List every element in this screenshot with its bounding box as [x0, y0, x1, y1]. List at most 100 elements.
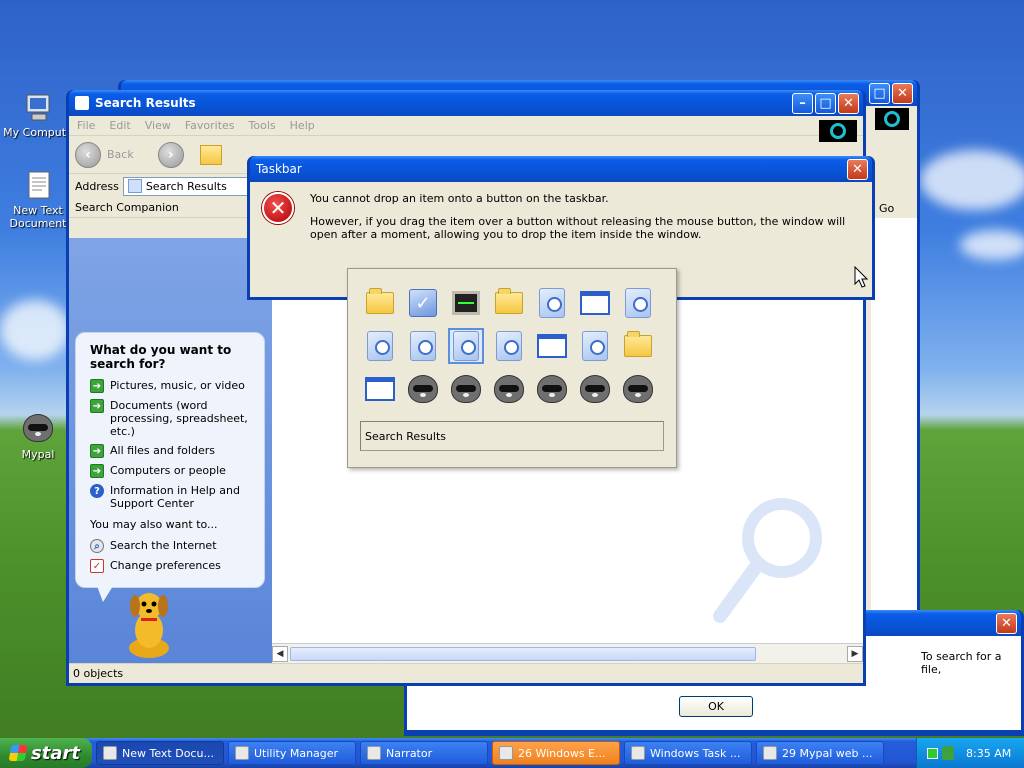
switcher-item[interactable] — [448, 285, 484, 321]
status-text: 0 objects — [73, 667, 124, 680]
option-help-center[interactable]: ? Information in Help and Support Center — [90, 484, 254, 510]
desktop-icon-my-computer[interactable]: My Compute — [2, 92, 74, 139]
status-bar: 0 objects — [69, 663, 863, 683]
close-button[interactable]: ✕ — [847, 158, 868, 180]
system-tray: 8:35 AM — [916, 738, 1024, 768]
switcher-item[interactable] — [491, 371, 527, 407]
horizontal-scrollbar[interactable]: ◀ ▶ — [272, 643, 863, 663]
switcher-item[interactable] — [620, 285, 656, 321]
search-results-icon — [127, 179, 142, 193]
security-icon[interactable] — [942, 746, 954, 760]
windows-throbber-icon — [875, 108, 909, 130]
switcher-item[interactable] — [577, 285, 613, 321]
search-icon — [582, 331, 608, 361]
program-icon — [631, 746, 645, 760]
taskbar-button-label: Utility Manager — [254, 746, 339, 760]
maximize-button[interactable]: □ — [869, 82, 890, 104]
taskbar-button[interactable]: Narrator — [360, 741, 488, 765]
hint-text: To search for a file, — [921, 650, 1002, 676]
switcher-item[interactable] — [362, 328, 398, 364]
raccoon-icon — [537, 375, 567, 403]
switcher-item[interactable] — [620, 371, 656, 407]
search-icon — [496, 331, 522, 361]
window-title-bar[interactable]: Search Results – □ ✕ — [69, 90, 863, 116]
desktop-icon-new-text-document[interactable]: New Text Document — [2, 170, 74, 230]
windows-throbber-icon — [819, 120, 857, 142]
dialog-title: Taskbar — [256, 162, 302, 176]
close-button[interactable]: ✕ — [996, 612, 1017, 634]
option-computers-people[interactable]: ➔ Computers or people — [90, 464, 254, 478]
switcher-item[interactable] — [448, 371, 484, 407]
switcher-window-name: Search Results — [360, 421, 664, 451]
minimize-button[interactable]: – — [792, 92, 813, 114]
option-search-internet[interactable]: ⌕ Search the Internet — [90, 539, 254, 553]
menu-tools[interactable]: Tools — [249, 119, 276, 132]
switcher-item[interactable] — [577, 371, 613, 407]
scroll-right-icon[interactable]: ▶ — [847, 645, 863, 662]
search-dog-icon[interactable] — [121, 590, 177, 660]
menu-file[interactable]: File — [77, 119, 95, 132]
scroll-thumb[interactable] — [290, 646, 756, 661]
switcher-item[interactable] — [620, 328, 656, 364]
back-button-label[interactable]: Back — [107, 148, 134, 161]
menu-help[interactable]: Help — [290, 119, 315, 132]
arrow-icon: ➔ — [90, 444, 104, 458]
ok-button[interactable]: OK — [679, 696, 753, 717]
switcher-item[interactable] — [491, 285, 527, 321]
taskbar-button[interactable]: 26 Windows E... — [492, 741, 620, 765]
switcher-item[interactable] — [362, 371, 398, 407]
raccoon-icon — [494, 375, 524, 403]
taskbar-button[interactable]: New Text Docu... — [96, 741, 224, 765]
dialog-message: You cannot drop an item onto a button on… — [310, 192, 609, 205]
forward-arrow-icon[interactable]: › — [157, 141, 184, 168]
window-icon — [580, 291, 610, 315]
taskbar-button[interactable]: Windows Task ... — [624, 741, 752, 765]
switcher-item[interactable] — [405, 328, 441, 364]
dialog-title-bar[interactable]: Taskbar ✕ — [250, 156, 872, 182]
option-change-preferences[interactable]: ✓ Change preferences — [90, 559, 254, 573]
switcher-item[interactable] — [448, 328, 484, 364]
option-documents[interactable]: ➔ Documents (word processing, spreadsheet… — [90, 399, 254, 438]
folder-icon — [495, 288, 523, 314]
computer-icon — [22, 92, 54, 124]
search-icon — [539, 288, 565, 318]
folder-up-icon[interactable] — [199, 144, 222, 165]
close-button[interactable]: ✕ — [838, 92, 859, 114]
switcher-item[interactable] — [577, 328, 613, 364]
system-icon: ✓ — [409, 289, 437, 317]
menu-edit[interactable]: Edit — [109, 119, 130, 132]
switcher-item[interactable] — [534, 285, 570, 321]
arrow-icon: ➔ — [90, 399, 104, 413]
switcher-item[interactable] — [405, 371, 441, 407]
maximize-button[interactable]: □ — [815, 92, 836, 114]
switcher-item[interactable] — [362, 285, 398, 321]
clock[interactable]: 8:35 AM — [966, 747, 1011, 760]
start-button[interactable]: start — [0, 738, 92, 768]
option-pictures[interactable]: ➔ Pictures, music, or video — [90, 379, 254, 393]
taskbar: start New Text Docu... Utility Manager Nar… — [0, 738, 1024, 768]
go-button[interactable]: Go — [873, 198, 917, 218]
search-icon — [625, 288, 651, 318]
back-arrow-icon[interactable]: ‹ — [75, 141, 101, 168]
desktop-icon-mypal[interactable]: Mypal — [2, 414, 74, 461]
switcher-item[interactable] — [534, 371, 570, 407]
taskbar-button[interactable]: 29 Mypal web ... — [756, 741, 884, 765]
switcher-item[interactable] — [491, 328, 527, 364]
scroll-left-icon[interactable]: ◀ — [272, 645, 288, 662]
option-all-files[interactable]: ➔ All files and folders — [90, 444, 254, 458]
menu-favorites[interactable]: Favorites — [185, 119, 235, 132]
help-icon: ? — [90, 484, 104, 498]
text-document-icon — [22, 170, 54, 202]
menu-view[interactable]: View — [145, 119, 171, 132]
switcher-item[interactable] — [534, 328, 570, 364]
raccoon-icon — [451, 375, 481, 403]
taskbar-button[interactable]: Utility Manager — [228, 741, 356, 765]
raccoon-icon — [580, 375, 610, 403]
close-button[interactable]: ✕ — [892, 82, 913, 104]
switcher-item[interactable]: ✓ — [405, 285, 441, 321]
taskbar-button-label: Narrator — [386, 746, 433, 760]
network-icon[interactable] — [927, 747, 938, 759]
address-field[interactable]: Search Results — [122, 176, 251, 196]
address-label: Address — [75, 179, 119, 193]
error-icon: ✕ — [262, 192, 294, 224]
